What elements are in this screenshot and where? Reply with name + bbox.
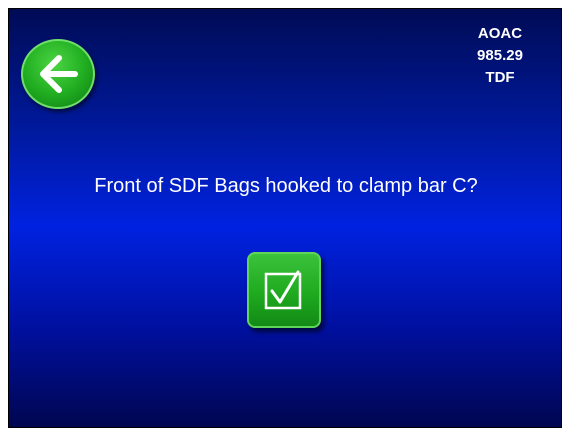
method-number: 985.29 — [477, 47, 523, 64]
method-label: AOAC 985.29 TDF — [455, 23, 545, 89]
arrow-left-icon — [40, 55, 78, 93]
checkbox-checked-icon — [264, 270, 302, 310]
screen: AOAC 985.29 TDF Front of SDF Bags hooked… — [8, 8, 562, 428]
method-org: AOAC — [477, 25, 523, 42]
method-type: TDF — [485, 69, 515, 86]
confirm-button[interactable] — [247, 252, 321, 328]
back-button[interactable] — [21, 39, 95, 109]
prompt-question: Front of SDF Bags hooked to clamp bar C? — [94, 175, 478, 197]
